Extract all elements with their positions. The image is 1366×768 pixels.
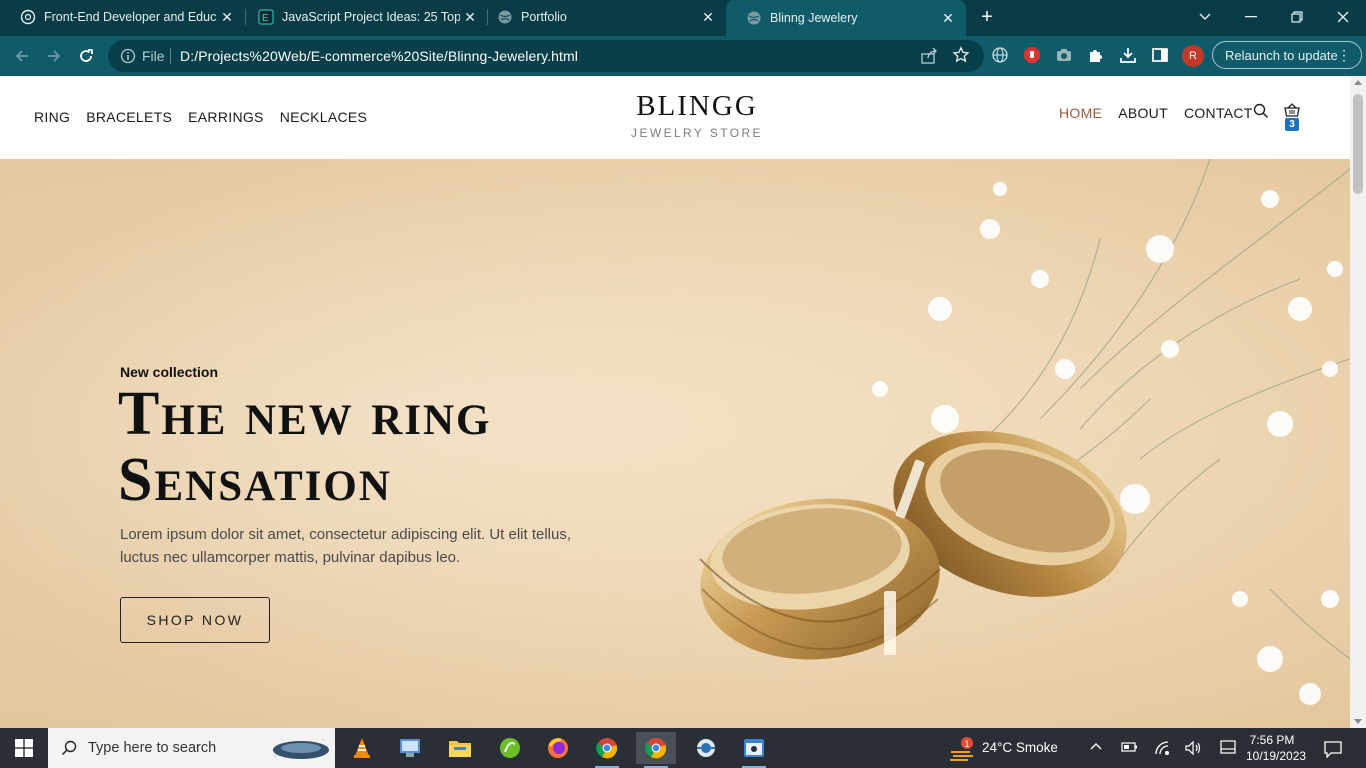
- taskbar-dreamweaver-icon[interactable]: [490, 732, 530, 764]
- scroll-up-arrow-icon[interactable]: [1354, 80, 1362, 85]
- tab-close-icon[interactable]: ✕: [938, 10, 958, 27]
- openai-icon: [20, 9, 36, 25]
- tab-portfolio[interactable]: Portfolio ✕: [477, 0, 726, 34]
- hero-title: The new ring Sensation: [118, 381, 492, 513]
- taskbar-file-explorer-icon[interactable]: [440, 732, 480, 764]
- search-icon[interactable]: [1253, 103, 1269, 124]
- browser-tab-strip: Front-End Developer and Educat ✕ E JavaS…: [0, 0, 1366, 36]
- share-icon[interactable]: [920, 47, 938, 70]
- hero-title-line-2: Sensation: [118, 446, 392, 514]
- hero-eyebrow: New collection: [120, 364, 219, 380]
- scroll-down-arrow-icon[interactable]: [1354, 719, 1362, 724]
- tab-title: Front-End Developer and Educat: [44, 10, 217, 24]
- weather-smoke-icon[interactable]: 1: [948, 736, 976, 767]
- taskbar-control-panel-icon[interactable]: [390, 732, 430, 764]
- back-button[interactable]: [10, 44, 34, 68]
- nav-link-contact[interactable]: CONTACT: [1184, 105, 1253, 121]
- info-icon[interactable]: [120, 48, 136, 69]
- tab-front-end-developer[interactable]: Front-End Developer and Educat ✕: [0, 0, 245, 34]
- address-divider: [170, 48, 171, 64]
- tab-javascript-project-ideas[interactable]: E JavaScript Project Ideas: 25 Top P ✕: [238, 0, 488, 34]
- forward-button[interactable]: [42, 44, 66, 68]
- tab-search-chevron-icon[interactable]: [1182, 0, 1228, 34]
- nav-link-necklaces[interactable]: NECKLACES: [280, 109, 368, 125]
- close-window-button[interactable]: [1320, 0, 1366, 34]
- clock-date: 10/19/2023: [1246, 749, 1307, 763]
- site-header: RING BRACELETS EARRINGS NECKLACES BLINGG…: [0, 76, 1350, 159]
- cart-count-badge: 3: [1285, 118, 1299, 131]
- nav-link-earrings[interactable]: EARRINGS: [188, 109, 264, 125]
- minimize-button[interactable]: [1228, 0, 1274, 34]
- tab-close-icon[interactable]: ✕: [217, 9, 237, 26]
- globe-icon: [746, 10, 762, 26]
- brand-logo[interactable]: BLINGG JEWELRY STORE: [560, 90, 834, 140]
- download-icon[interactable]: [1117, 44, 1139, 66]
- input-indicator-icon[interactable]: [1220, 740, 1236, 759]
- hero-title-line-1: The new ring: [118, 380, 492, 448]
- weather-text[interactable]: 24°C Smoke: [982, 740, 1058, 755]
- battery-icon[interactable]: [1121, 740, 1139, 759]
- page-scrollbar[interactable]: [1350, 76, 1366, 728]
- shop-now-button[interactable]: SHOP NOW: [120, 597, 270, 643]
- taskbar-chrome-active-icon[interactable]: [636, 732, 676, 768]
- system-clock[interactable]: 7:56 PM 10/19/2023: [1246, 732, 1307, 764]
- taskbar-chrome-icon[interactable]: [587, 732, 627, 768]
- clock-time: 7:56 PM: [1249, 733, 1295, 747]
- notifications-icon[interactable]: [1324, 740, 1342, 763]
- side-panel-icon[interactable]: [1149, 44, 1171, 66]
- nav-link-about[interactable]: ABOUT: [1118, 105, 1168, 121]
- nav-link-ring[interactable]: RING: [34, 109, 70, 125]
- profile-avatar[interactable]: R: [1182, 45, 1204, 67]
- page-viewport: RING BRACELETS EARRINGS NECKLACES BLINGG…: [0, 76, 1366, 728]
- address-bar[interactable]: File D:/Projects%20Web/E-commerce%20Site…: [108, 40, 984, 72]
- scheme-label: File: [142, 48, 165, 64]
- weather-alert-count: 1: [965, 739, 970, 749]
- windows-logo-icon: [15, 739, 33, 757]
- show-hidden-icons-chevron-icon[interactable]: [1090, 740, 1102, 758]
- browser-toolbar: File D:/Projects%20Web/E-commerce%20Site…: [0, 36, 1366, 76]
- brand-name: BLINGG: [636, 90, 758, 122]
- site-favicon-icon: E: [258, 9, 274, 25]
- taskbar-app-window-icon[interactable]: [734, 732, 774, 768]
- search-placeholder: Type here to search: [88, 740, 217, 756]
- extension-camera-icon[interactable]: [1053, 44, 1075, 66]
- hero-description: Lorem ipsum dolor sit amet, consectetur …: [120, 526, 572, 566]
- search-icon: [61, 740, 77, 756]
- taskbar-vlc-icon[interactable]: [342, 732, 382, 764]
- tab-blinng-jewelery[interactable]: Blinng Jewelery ✕: [726, 0, 966, 36]
- nav-link-bracelets[interactable]: BRACELETS: [86, 109, 172, 125]
- reload-button[interactable]: [74, 44, 98, 68]
- relaunch-to-update-button[interactable]: Relaunch to update ⋮: [1212, 41, 1362, 69]
- tab-close-icon[interactable]: ✕: [698, 9, 718, 26]
- taskbar-screen-capture-icon[interactable]: [686, 732, 726, 764]
- new-tab-button[interactable]: +: [976, 6, 998, 28]
- brand-tagline: JEWELRY STORE: [631, 126, 763, 140]
- windows-taskbar: Type here to search 1 24°C Smoke 7:56 PM…: [0, 728, 1366, 768]
- relaunch-label: Relaunch to update: [1225, 47, 1338, 63]
- main-nav: HOME ABOUT CONTACT: [1059, 105, 1253, 121]
- url-text[interactable]: D:/Projects%20Web/E-commerce%20Site/Blin…: [180, 48, 578, 64]
- extension-globe-icon[interactable]: [989, 44, 1011, 66]
- taskbar-firefox-icon[interactable]: [538, 732, 578, 764]
- tab-title: Blinng Jewelery: [770, 11, 858, 25]
- category-nav: RING BRACELETS EARRINGS NECKLACES: [34, 109, 367, 125]
- volume-icon[interactable]: [1184, 740, 1202, 761]
- extension-adblock-icon[interactable]: [1021, 44, 1043, 66]
- svg-text:E: E: [262, 13, 269, 24]
- search-highlight-whale-icon: [273, 738, 329, 759]
- nav-link-home[interactable]: HOME: [1059, 105, 1102, 121]
- globe-icon: [497, 9, 513, 25]
- scrollbar-thumb[interactable]: [1353, 94, 1363, 194]
- bookmark-star-icon[interactable]: [952, 46, 970, 69]
- restore-button[interactable]: [1274, 0, 1320, 34]
- wifi-icon[interactable]: [1154, 740, 1172, 761]
- extensions-puzzle-icon[interactable]: [1085, 44, 1107, 66]
- tab-title: JavaScript Project Ideas: 25 Top P: [282, 10, 460, 24]
- start-button[interactable]: [0, 728, 48, 768]
- more-menu-icon[interactable]: ⋮: [1337, 47, 1351, 64]
- taskbar-search-box[interactable]: Type here to search: [48, 728, 335, 768]
- hero-banner: New collection The new ring Sensation Lo…: [0, 159, 1350, 728]
- tab-title: Portfolio: [521, 10, 567, 24]
